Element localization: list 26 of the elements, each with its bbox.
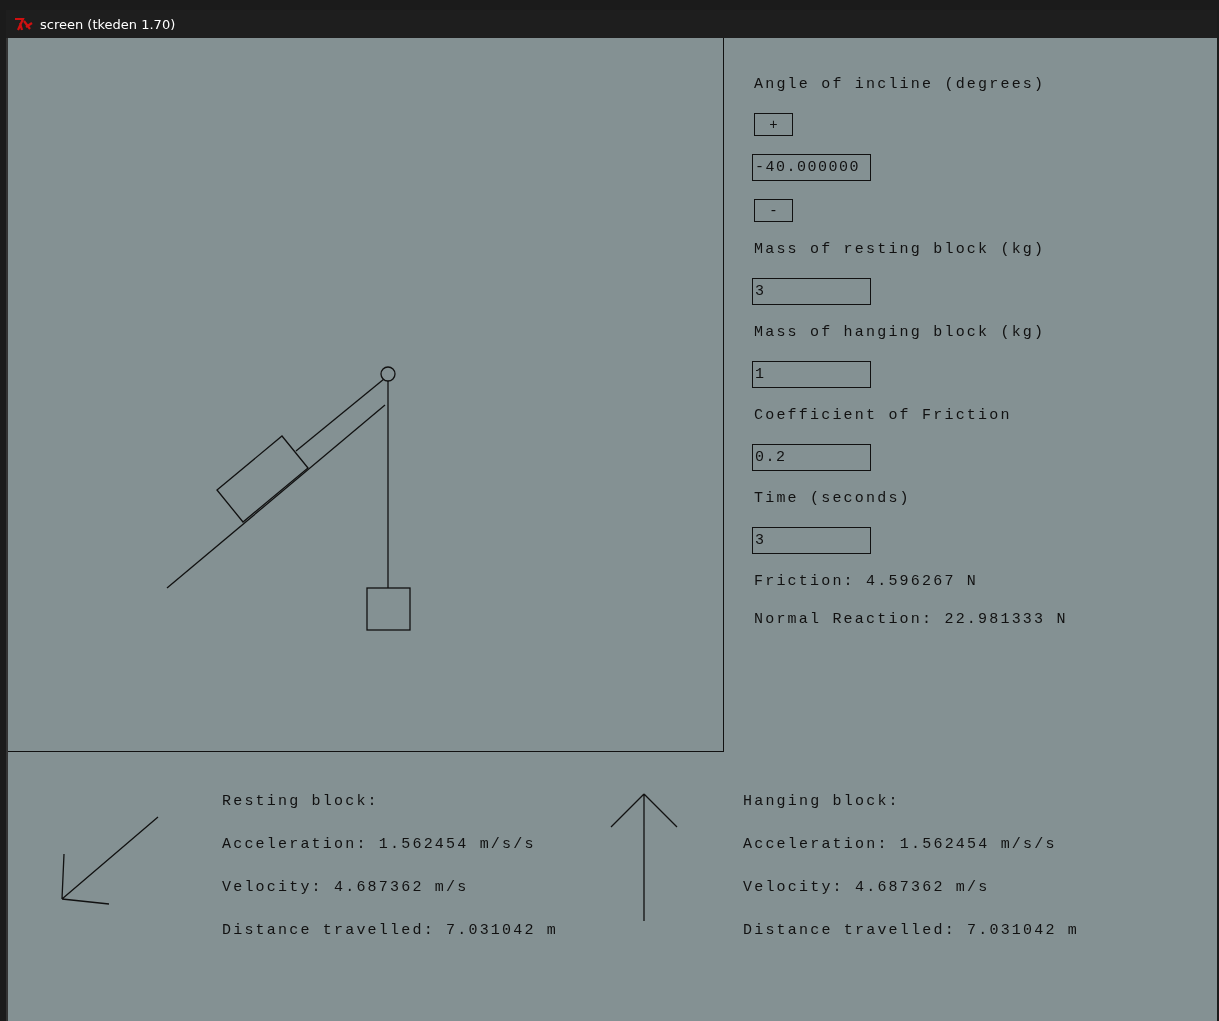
step-button[interactable]: - xyxy=(754,199,793,222)
label: Coefficient of Friction xyxy=(754,406,1012,426)
arrow-icon xyxy=(610,792,678,922)
label: Time (seconds) xyxy=(754,489,911,509)
readout-text: Velocity: 4.687362 m/s xyxy=(743,878,991,898)
input-field[interactable]: -40.000000 xyxy=(752,154,871,181)
arrow-icon xyxy=(60,816,160,906)
feather-logo-icon xyxy=(14,17,34,31)
readout-text: Distance travelled: 7.031042 m xyxy=(743,921,1081,941)
section-heading: Hanging block: xyxy=(743,792,901,812)
label: Mass of resting block (kg) xyxy=(754,240,1046,260)
step-button[interactable]: + xyxy=(754,113,793,136)
readout-text: Velocity: 4.687362 m/s xyxy=(222,878,470,898)
section-heading: Resting block: xyxy=(222,792,380,812)
readout-text: Distance travelled: 7.031042 m xyxy=(222,921,560,941)
label: Normal Reaction: 22.981333 N xyxy=(754,610,1068,630)
label: Angle of incline (degrees) xyxy=(754,75,1046,95)
input-field[interactable]: 1 xyxy=(752,361,871,388)
label: Mass of hanging block (kg) xyxy=(754,323,1046,343)
input-field[interactable]: 0.2 xyxy=(752,444,871,471)
readout-text: Acceleration: 1.562454 m/s/s xyxy=(743,835,1058,855)
readout-text: Acceleration: 1.562454 m/s/s xyxy=(222,835,537,855)
label: Friction: 4.596267 N xyxy=(754,572,979,592)
input-field[interactable]: 3 xyxy=(752,527,871,554)
input-field[interactable]: 3 xyxy=(752,278,871,305)
window-title: screen (tkeden 1.70) xyxy=(40,16,176,32)
